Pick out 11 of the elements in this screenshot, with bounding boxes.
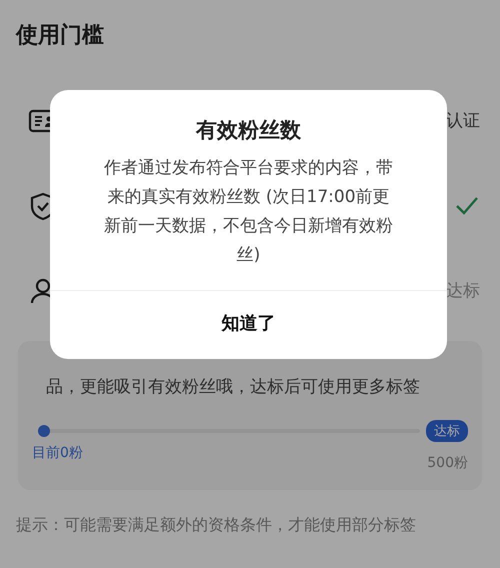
current-fans: 目前0粉 [32,444,83,462]
card-description: 品，更能吸引有效粉丝哦，达标后可使用更多标签 [45,376,421,398]
requirement-status: 达标 [446,280,480,302]
ok-button[interactable]: 知道了 [50,290,447,359]
target-badge: 达标 [426,420,468,442]
requirement-status: 认证 [446,110,480,132]
dialog-title: 有效粉丝数 [194,117,302,144]
target-fans: 500粉 [427,454,468,472]
hint-text: 提示：可能需要满足额外的资格条件，才能使用部分标签 [15,514,417,536]
dialog-body: 作者通过发布符合平台要求的内容，带来的真实有效粉丝数 (次日17:00前更新前一天数据，不包含今日新增有效粉丝) [103,157,394,267]
page-title: 使用门槛 [14,22,105,50]
